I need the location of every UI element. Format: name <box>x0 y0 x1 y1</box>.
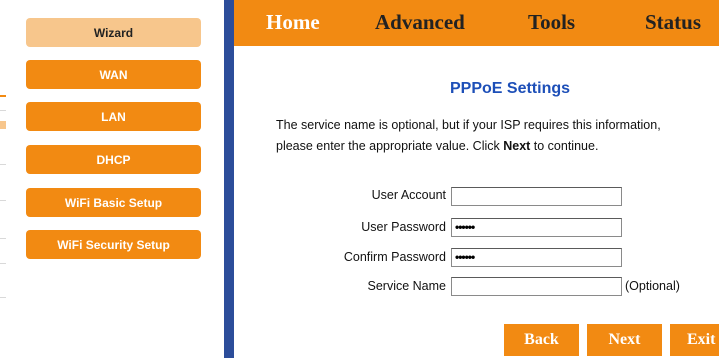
user-account-input[interactable] <box>451 187 622 206</box>
service-name-input[interactable] <box>451 277 622 296</box>
edge-divider <box>0 263 6 264</box>
back-button[interactable]: Back <box>504 324 579 356</box>
tab-tools[interactable]: Tools <box>528 10 575 35</box>
edge-divider <box>0 110 6 111</box>
sidebar-item-dhcp[interactable]: DHCP <box>26 145 201 174</box>
confirm-password-input[interactable]: •••••• <box>451 248 622 267</box>
edge-accent <box>0 121 6 129</box>
top-nav: Home Advanced Tools Status <box>234 0 719 46</box>
sidebar-item-wizard[interactable]: Wizard <box>26 18 201 47</box>
user-account-label: User Account <box>371 188 446 202</box>
service-name-label: Service Name <box>367 279 447 293</box>
user-password-input[interactable]: •••••• <box>451 218 622 237</box>
description-text: The service name is optional, but if you… <box>276 118 661 153</box>
edge-divider <box>0 164 6 165</box>
sidebar-item-wifi-basic-setup[interactable]: WiFi Basic Setup <box>26 188 201 217</box>
tab-status[interactable]: Status <box>645 10 701 35</box>
sidebar-item-lan[interactable]: LAN <box>26 102 201 131</box>
edge-divider <box>0 297 6 298</box>
description-text-end: to continue. <box>530 138 599 153</box>
edge-accent <box>0 95 6 97</box>
description-next-keyword: Next <box>503 138 531 153</box>
next-button[interactable]: Next <box>587 324 662 356</box>
tab-advanced[interactable]: Advanced <box>375 10 465 35</box>
confirm-password-label: Confirm Password <box>343 250 446 264</box>
exit-button[interactable]: Exit <box>670 324 719 356</box>
vertical-divider <box>224 0 234 358</box>
optional-label: (Optional) <box>625 279 680 293</box>
edge-divider <box>0 200 6 201</box>
tab-home[interactable]: Home <box>266 10 320 35</box>
page-title: PPPoE Settings <box>449 80 571 97</box>
user-password-label: User Password <box>361 220 446 234</box>
edge-divider <box>0 238 6 239</box>
sidebar-item-wan[interactable]: WAN <box>26 60 201 89</box>
description: The service name is optional, but if you… <box>276 115 696 156</box>
sidebar-item-wifi-security-setup[interactable]: WiFi Security Setup <box>26 230 201 259</box>
